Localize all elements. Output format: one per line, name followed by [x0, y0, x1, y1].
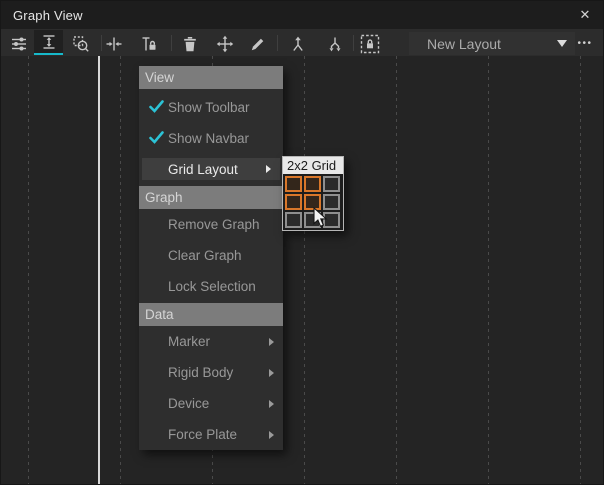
- menu-item-grid-layout[interactable]: Grid Layout: [142, 158, 280, 180]
- fit-vertical-button[interactable]: [34, 30, 63, 55]
- move-icon: [216, 35, 234, 53]
- chevron-down-icon: [557, 40, 567, 47]
- titlebar: Graph View ✕: [1, 1, 603, 29]
- pin-lock-icon: [139, 35, 157, 53]
- grid-cell[interactable]: [285, 194, 302, 210]
- grid-cell[interactable]: [285, 212, 302, 228]
- edit-button[interactable]: [245, 33, 271, 54]
- menu-section-header-data: Data: [139, 303, 283, 326]
- menu-item-label: Grid Layout: [168, 162, 238, 177]
- submenu-caret-icon: [269, 338, 274, 346]
- menu-item-clear-graph[interactable]: Clear Graph: [139, 240, 283, 271]
- move-button[interactable]: [212, 33, 238, 54]
- menu-item-lock-selection[interactable]: Lock Selection: [139, 271, 283, 302]
- graph-gridline: [396, 56, 397, 484]
- submenu-caret-icon: [269, 369, 274, 377]
- menu-item-label: Rigid Body: [168, 365, 233, 380]
- more-options-button[interactable]: •••: [572, 33, 598, 53]
- graph-view-window: Graph View ✕: [0, 0, 604, 485]
- grid-cell[interactable]: [285, 176, 302, 192]
- graph-gridline: [120, 56, 121, 484]
- menu-item-label: Device: [168, 396, 209, 411]
- fit-vertical-icon: [40, 33, 58, 51]
- selection-lock-button[interactable]: [357, 33, 383, 54]
- menu-item-show-toolbar[interactable]: Show Toolbar: [139, 92, 283, 123]
- merge-arrows-icon: [289, 35, 307, 53]
- grid-cell[interactable]: [304, 176, 321, 192]
- toolbar-separator: [277, 35, 278, 51]
- toolbar-separator: [353, 35, 354, 51]
- menu-section-header-graph: Graph: [139, 186, 283, 209]
- merge-channels-button[interactable]: [285, 33, 311, 54]
- frame-cursor-icon: [105, 35, 123, 53]
- menu-item-label: Remove Graph: [168, 217, 260, 232]
- graph-settings-button[interactable]: [6, 33, 32, 54]
- menu-item-label: Clear Graph: [168, 248, 242, 263]
- split-channels-button[interactable]: [322, 33, 348, 54]
- menu-item-device[interactable]: Device: [139, 388, 283, 419]
- graph-gridline: [28, 56, 29, 484]
- submenu-caret-icon: [269, 400, 274, 408]
- zoom-select-icon: [72, 35, 90, 53]
- frame-cursor-line[interactable]: [98, 56, 100, 484]
- menu-item-label: Lock Selection: [168, 279, 256, 294]
- graph-gridline: [580, 56, 581, 484]
- menu-item-label: Show Navbar: [168, 131, 249, 146]
- split-arrows-icon: [326, 35, 344, 53]
- menu-item-label: Marker: [168, 334, 210, 349]
- lock-box-icon: [360, 34, 380, 54]
- menu-section-header-view: View: [139, 66, 283, 89]
- menu-item-label: Show Toolbar: [168, 100, 250, 115]
- layout-dropdown-value: New Layout: [427, 36, 557, 52]
- layout-dropdown[interactable]: New Layout: [409, 32, 575, 55]
- toolbar: New Layout •••: [1, 29, 603, 56]
- graph-canvas[interactable]: [1, 56, 603, 485]
- checkmark-icon: [149, 100, 164, 116]
- graph-gridline: [304, 56, 305, 484]
- menu-item-rigid-body[interactable]: Rigid Body: [139, 357, 283, 388]
- sliders-icon: [10, 35, 28, 53]
- zoom-select-button[interactable]: [68, 33, 94, 54]
- menu-item-label: Force Plate: [168, 427, 237, 442]
- trash-icon: [181, 35, 199, 53]
- graph-gridline: [488, 56, 489, 484]
- grid-cell[interactable]: [323, 176, 340, 192]
- menu-item-show-navbar[interactable]: Show Navbar: [139, 123, 283, 154]
- close-icon[interactable]: ✕: [573, 4, 597, 26]
- submenu-caret-icon: [266, 165, 271, 173]
- menu-item-remove-graph[interactable]: Remove Graph: [139, 209, 283, 240]
- menu-item-force-plate[interactable]: Force Plate: [139, 419, 283, 450]
- delete-button[interactable]: [177, 33, 203, 54]
- submenu-caret-icon: [269, 431, 274, 439]
- menu-item-marker[interactable]: Marker: [139, 326, 283, 357]
- frame-cursor-button[interactable]: [101, 33, 127, 54]
- toolbar-separator: [171, 35, 172, 51]
- lock-cursor-button[interactable]: [135, 33, 161, 54]
- grid-submenu-title: 2x2 Grid: [283, 157, 343, 174]
- window-title: Graph View: [13, 8, 83, 23]
- checkmark-icon: [149, 131, 164, 147]
- mouse-cursor-icon: [313, 207, 329, 234]
- pencil-icon: [249, 35, 267, 53]
- context-menu: View Show Toolbar Show Navbar Grid Layou…: [139, 66, 283, 450]
